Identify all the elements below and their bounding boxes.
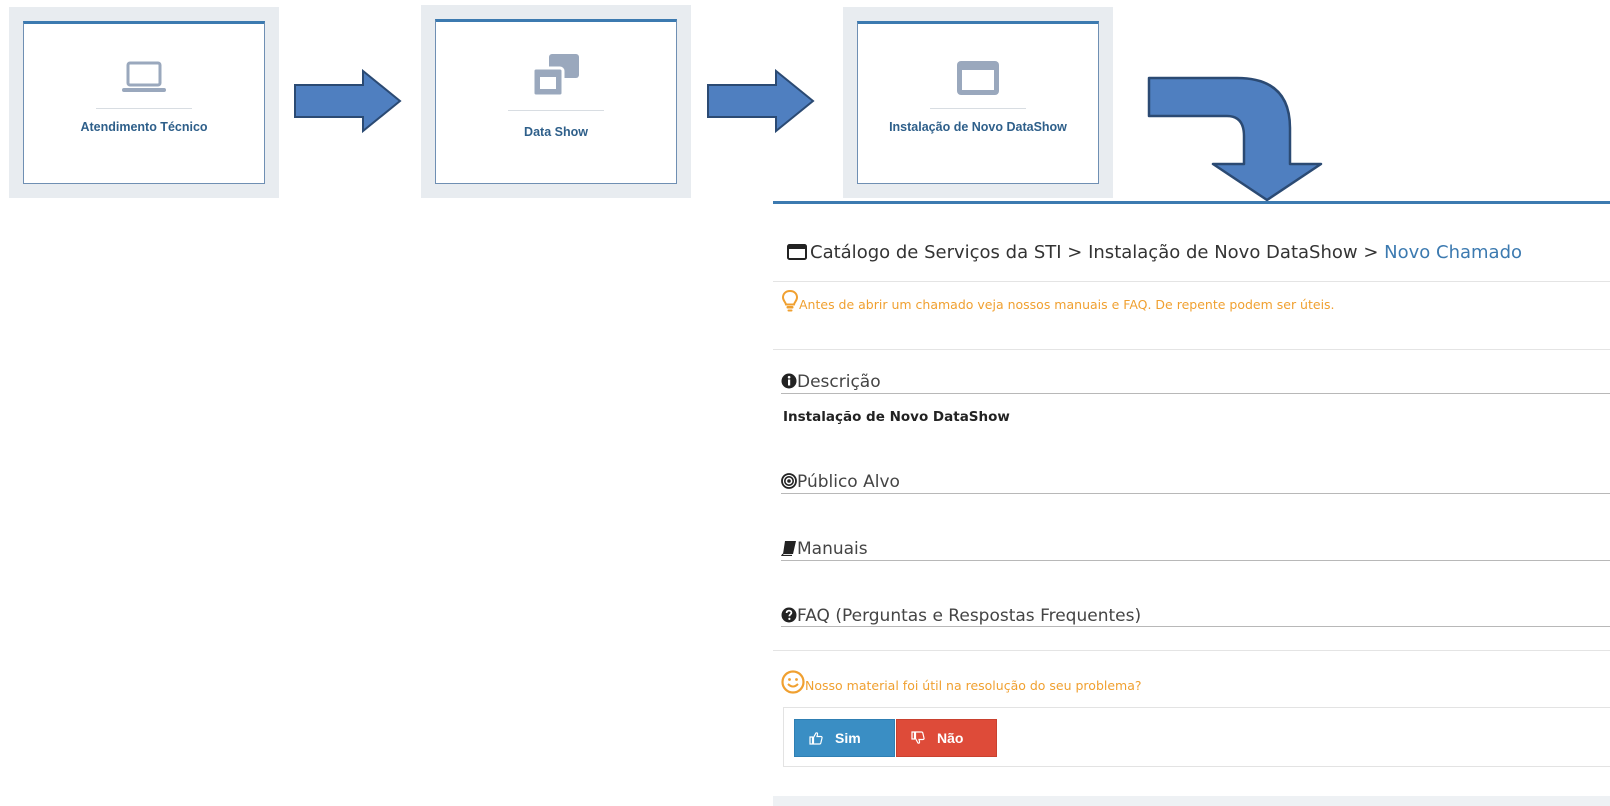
book-icon: [781, 540, 796, 556]
section-descricao-heading: Descrição: [781, 372, 881, 392]
arrow-right-icon: [707, 69, 815, 134]
section-publico-alvo-heading[interactable]: Público Alvo: [781, 472, 900, 492]
description-text: Instalação de Novo DataShow: [783, 409, 1010, 425]
new-ticket-panel: Catálogo de Serviços da STI > Instalação…: [773, 201, 1610, 806]
card-label: Atendimento Técnico: [80, 120, 208, 134]
thumbs-up-icon: [809, 732, 823, 745]
divider: [773, 349, 1610, 350]
divider: [773, 281, 1610, 282]
bullseye-icon: [781, 472, 797, 489]
info-circle-icon: [781, 373, 797, 388]
card-divider: [96, 108, 192, 109]
window-icon: [787, 243, 807, 260]
tip-text: Antes de abrir um chamado veja nossos ma…: [799, 297, 1335, 312]
breadcrumb-separator: >: [1061, 242, 1089, 263]
card-label: Instalação de Novo DataShow: [889, 120, 1067, 134]
service-card-wrap-1: Atendimento Técnico: [9, 7, 279, 198]
section-underline: [781, 393, 1610, 394]
service-card-instalacao-datashow[interactable]: Instalação de Novo DataShow: [857, 21, 1099, 184]
section-underline: [781, 626, 1610, 627]
divider: [773, 650, 1610, 651]
section-faq-heading[interactable]: FAQ (Perguntas e Respostas Frequentes): [781, 606, 1141, 626]
card-divider: [930, 108, 1026, 109]
feedback-question: Nosso material foi útil na resolução do …: [781, 669, 1142, 694]
card-label: Data Show: [524, 125, 588, 139]
section-title: Manuais: [797, 539, 868, 559]
section-underline: [781, 493, 1610, 494]
section-title: Descrição: [797, 372, 881, 392]
arrow-curved-down-icon: [1147, 76, 1323, 202]
feedback-question-text: Nosso material foi útil na resolução do …: [805, 678, 1142, 693]
no-button[interactable]: Não: [896, 719, 997, 757]
card-divider: [508, 110, 604, 111]
arrow-right-icon: [294, 69, 402, 134]
tip-message: Antes de abrir um chamado veja nossos ma…: [781, 289, 1335, 313]
service-card-data-show[interactable]: Data Show: [435, 19, 677, 184]
panel-footer-strip: [773, 796, 1610, 806]
service-card-wrap-2: Data Show: [421, 5, 691, 198]
lightbulb-icon: [781, 289, 799, 311]
window-icon: [957, 61, 999, 95]
breadcrumb-current: Novo Chamado: [1384, 242, 1523, 263]
no-button-label: Não: [937, 730, 964, 746]
yes-button[interactable]: Sim: [794, 719, 895, 757]
service-card-wrap-3: Instalação de Novo DataShow: [843, 7, 1113, 198]
breadcrumb-service-link[interactable]: Instalação de Novo DataShow: [1088, 242, 1358, 263]
section-title: Público Alvo: [797, 472, 900, 492]
smile-icon: [781, 669, 805, 694]
feedback-box: Sim Não: [783, 707, 1610, 767]
service-card-atendimento-tecnico[interactable]: Atendimento Técnico: [23, 21, 265, 184]
section-manuais-heading[interactable]: Manuais: [781, 539, 868, 559]
yes-button-label: Sim: [835, 730, 861, 746]
question-circle-icon: [781, 607, 797, 622]
section-underline: [781, 560, 1610, 561]
breadcrumb: Catálogo de Serviços da STI > Instalação…: [787, 242, 1522, 263]
laptop-icon: [122, 61, 166, 92]
breadcrumb-catalog-link[interactable]: Catálogo de Serviços da STI: [810, 242, 1062, 263]
section-title: FAQ (Perguntas e Respostas Frequentes): [797, 606, 1142, 626]
thumbs-down-icon: [911, 731, 925, 744]
clone-icon: [531, 54, 579, 98]
breadcrumb-separator: >: [1357, 242, 1385, 263]
